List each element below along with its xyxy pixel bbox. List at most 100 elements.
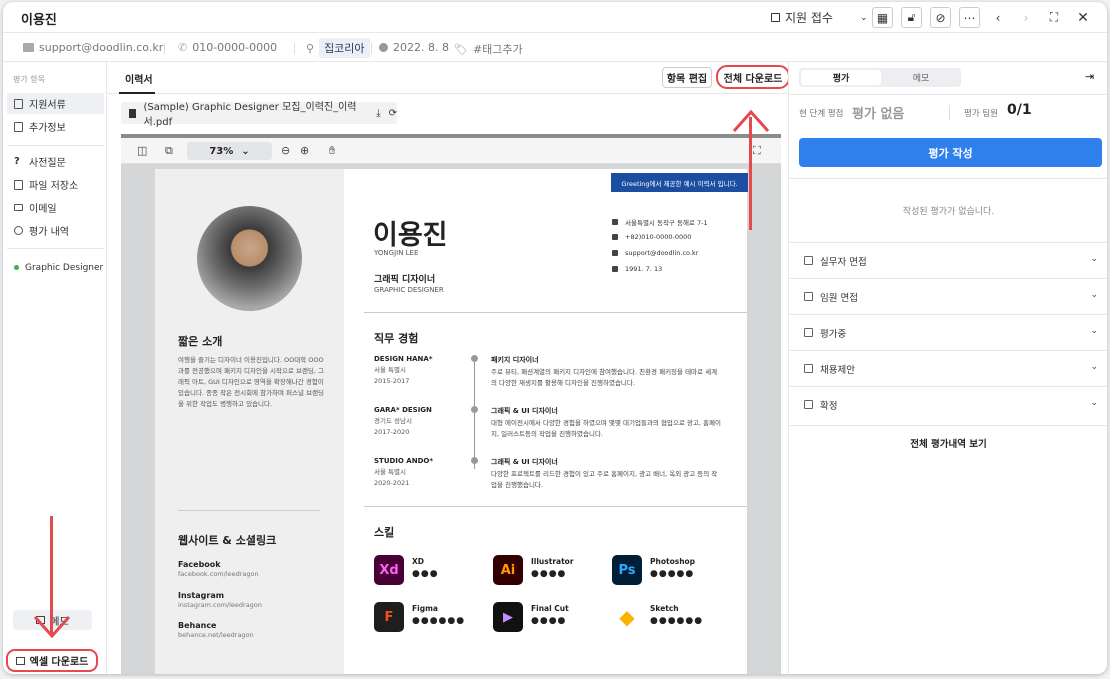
tab-evaluation[interactable]: 평가 [801,70,881,85]
sidebar-item-label: 평가 내역 [29,227,69,238]
zoom-select[interactable]: 73% ⌄ [187,142,272,160]
stage-label: 실무자 면접 [820,256,867,268]
location-pin-icon: ⚲ [306,41,315,55]
illustrator-icon: Ai [493,555,523,585]
zoom-in-icon[interactable]: ⊕ [300,144,309,157]
download-all-button[interactable]: 전체 다운로드 [716,65,790,89]
expand-icon: ⛶ [1049,10,1059,24]
skill-name: Sketch [650,604,679,613]
zoom-value: 73% [209,145,234,157]
job-period: 2017-2020 [374,428,410,436]
job-title: 그래픽 & UI 디자이너 [491,407,558,415]
status-dot-icon [14,265,19,270]
sample-banner: Greeting에서 제공한 예시 이력서 입니다. [611,173,748,192]
stage-practical-interview[interactable]: 실무자 면접 ⌄ [789,242,1107,278]
collapse-panel-icon[interactable]: ⇥ [1085,70,1094,83]
hand-tool-icon[interactable]: ✋︎ [329,144,335,158]
job-posting[interactable]: Graphic Designer [7,257,104,278]
download-icon[interactable]: ⤓ [376,108,380,119]
next-button[interactable]: › [1017,7,1035,28]
resume-page: 짧은 소개 여행을 즐기는 디자이너 이용진입니다. OO대학 OOO과를 전공… [155,169,748,674]
view-all-evaluations-button[interactable]: 전체 평가내역 보기 [789,425,1107,459]
stage-score-value: 평가 없음 [852,107,905,122]
fullscreen-icon[interactable]: ⛶ [753,144,761,158]
link-behance[interactable]: Behance behance.net/leedragon [178,621,254,639]
job-period: 2020-2021 [374,479,410,487]
prev-button[interactable]: ‹ [989,7,1007,28]
sidebar-item-additional-info[interactable]: 추가정보 [7,116,104,137]
clipboard-icon [14,121,23,132]
sidebar-toggle-icon[interactable]: ◫ [137,144,147,157]
link-url: facebook.com/leedragon [178,570,259,578]
file-chip[interactable]: (Sample) Graphic Designer 모집_이력진_이력서.pdf… [121,102,397,128]
note-icon [804,400,813,409]
sidebar-item-file-storage[interactable]: 파일 저장소 [7,174,104,195]
expand-button[interactable]: ⛶ [1045,7,1063,28]
pages-icon[interactable]: ⧉ [165,144,173,158]
application-window: 이용진 지원 접수 ⌄ ▦ 🔓︎ ⊘ ⋯ ‹ › ⛶ ✕ support@doo… [3,2,1107,674]
tab-memo[interactable]: 메모 [881,70,961,85]
active-tab-indicator [119,92,155,94]
job-meta: 서울 특별시 2020-2021 [374,467,409,489]
write-evaluation-button[interactable]: 평가 작성 [799,138,1102,167]
job-location: 서울 특별시 [374,468,406,476]
sidebar-item-pre-questions[interactable]: ? 사전질문 [7,151,104,172]
link-facebook[interactable]: Facebook facebook.com/leedragon [178,560,259,578]
more-button[interactable]: ⋯ [959,7,980,28]
skill-sketch: ◆ Sketch ●●●●●● [612,602,722,632]
link-name: Instagram [178,591,225,600]
job-description: 주로 뷰티, 패션계열의 패키지 디자인에 참여했습니다. 친환경 패키징을 테… [491,368,718,387]
location-info[interactable]: ⚲ 집코리아 [306,38,370,58]
mail-icon [612,250,618,256]
date-info: 2022. 8. 8 [379,41,449,54]
xd-icon: Xd [374,555,404,585]
sidebar-item-email[interactable]: 이메일 [7,197,104,218]
stage-label: 평가중 [820,328,847,340]
refresh-icon[interactable]: ⟳ [389,108,397,119]
location-tag: 집코리아 [319,38,370,58]
photoshop-icon: Ps [612,555,642,585]
calendar-button[interactable]: ▦ [872,7,893,28]
contact-email: support@doodlin.co.kr [612,249,698,257]
unlock-button[interactable]: 🔓︎ [901,7,922,28]
link-instagram[interactable]: Instagram instagram.com/leedragon [178,591,262,609]
sidebar-section-title: 평가 항목 [13,75,45,84]
viewer-toolbar: ◫ ⧉ 73% ⌄ ⊖ ⊕ ✋︎ ⛶ [121,138,781,164]
stage-score-label: 현 단계 평점 [799,109,844,119]
sidebar-item-evaluations[interactable]: 평가 내역 [7,220,104,241]
chevron-down-icon: ⌄ [1090,398,1098,408]
excel-icon [15,656,25,665]
divider [949,105,950,120]
block-button[interactable]: ⊘ [930,7,951,28]
stage-confirmed[interactable]: 확정 ⌄ [789,386,1107,422]
date-text: 2022. 8. 8 [393,41,449,54]
note-icon [804,256,813,265]
skill-figma: F Figma ●●●●●● [374,602,484,632]
email-info[interactable]: support@doodlin.co.kr [23,41,163,54]
question-icon: ? [14,156,20,167]
close-button[interactable]: ✕ [1074,7,1092,28]
zoom-out-icon[interactable]: ⊖ [281,144,290,157]
sidebar-item-documents[interactable]: 지원서류 [7,93,104,114]
stage-offer[interactable]: 채용제안 ⌄ [789,350,1107,386]
edit-items-button[interactable]: 항목 편집 [662,67,712,88]
evaluation-panel: 평가 메모 ⇥ 현 단계 평점 평가 없음 평가 팀원 0/1 평가 작성 작성… [788,62,1107,674]
add-tag-button[interactable]: 🏷︎ #태그추가 [454,41,523,57]
phone-info[interactable]: ✆ 010-0000-0000 [178,41,277,54]
prev-icon: ‹ [995,10,1001,25]
chevron-down-icon: ⌄ [1090,326,1098,336]
chevron-down-icon: ⌄ [1090,290,1098,300]
stage-executive-interview[interactable]: 임원 면접 ⌄ [789,278,1107,314]
calendar-icon [612,266,618,272]
status-dropdown[interactable]: 지원 접수 ⌄ [771,7,868,28]
figma-icon: F [374,602,404,632]
stage-evaluating[interactable]: 평가중 ⌄ [789,314,1107,350]
timeline-dot [471,406,478,413]
excel-download-button[interactable]: 엑셀 다운로드 [6,649,98,672]
skill-name: XD [412,557,425,566]
tab-resume[interactable]: 이력서 [125,71,153,86]
job-label: Graphic Designer [25,262,104,273]
chevron-down-icon: ⌄ [241,145,250,157]
intro-text: 여행을 즐기는 디자이너 이용진입니다. OO대학 OOO과를 전공했으며 패키… [178,356,325,408]
note-icon [804,328,813,337]
